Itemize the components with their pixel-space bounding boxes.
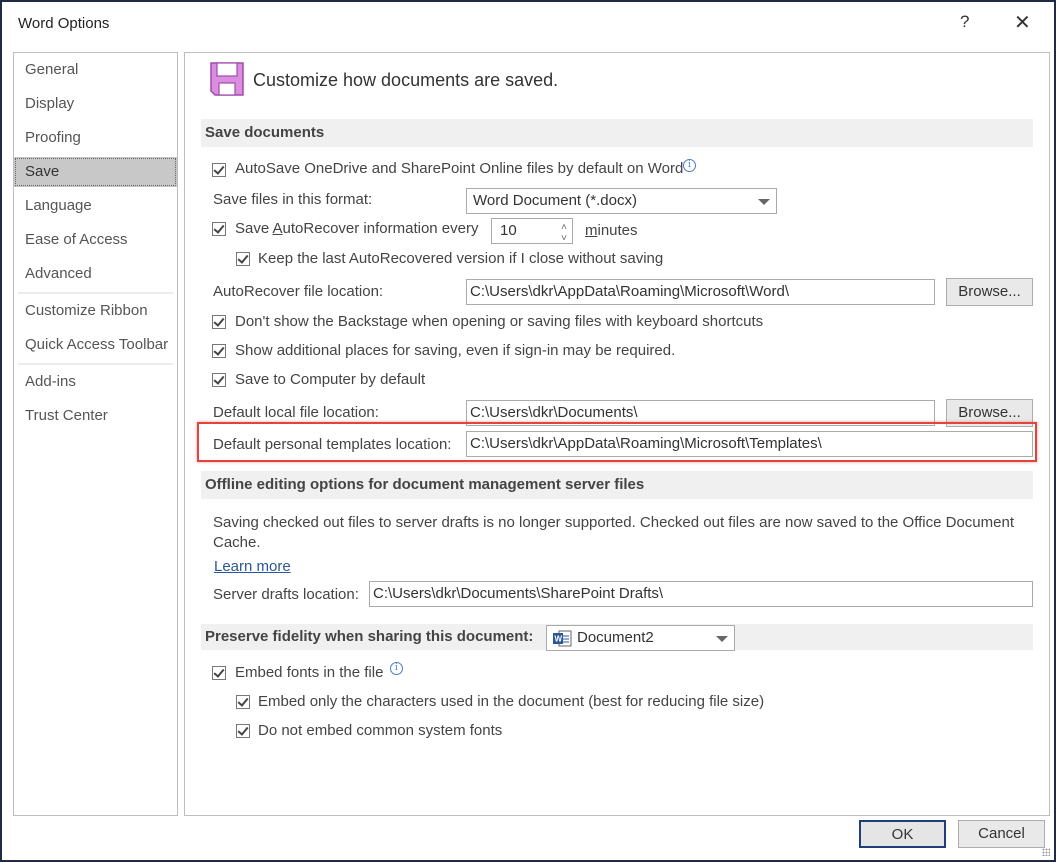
autorecover-minutes-spinner[interactable]: 10 ˄ ˅: [491, 218, 573, 244]
save-format-value: Word Document (*.docx): [473, 192, 637, 209]
help-button[interactable]: ?: [960, 12, 969, 32]
save-options-panel: Customize how documents are saved. Save …: [184, 52, 1050, 816]
sidebar-item-customize-ribbon[interactable]: Customize Ribbon: [14, 296, 177, 326]
sidebar-item-display[interactable]: Display: [14, 89, 177, 119]
sidebar-item-save[interactable]: Save: [14, 157, 177, 187]
sidebar-nav: General Display Proofing Save Language E…: [13, 52, 178, 816]
autorecover-checkbox[interactable]: [212, 222, 226, 236]
floppy-disk-icon: [210, 62, 244, 96]
chevron-down-icon: [716, 636, 728, 642]
word-document-icon: W: [553, 630, 572, 647]
sidebar-divider: [18, 292, 173, 294]
no-common-fonts-checkbox[interactable]: [236, 724, 250, 738]
offline-message: Saving checked out files to server draft…: [213, 514, 1014, 551]
autorecover-minutes-value: 10: [500, 222, 517, 239]
additional-places-checkbox[interactable]: [212, 344, 226, 358]
word-options-dialog: Word Options ? ✕ General Display Proofin…: [0, 0, 1056, 862]
autosave-checkbox[interactable]: [212, 163, 226, 177]
sidebar-item-proofing[interactable]: Proofing: [14, 123, 177, 153]
sidebar-item-ease-of-access[interactable]: Ease of Access: [14, 225, 177, 255]
cancel-button[interactable]: Cancel: [958, 820, 1045, 848]
fidelity-document-dropdown[interactable]: W Document2: [546, 625, 735, 651]
page-heading: Customize how documents are saved.: [253, 70, 559, 90]
section-header-save-documents: Save documents: [201, 119, 1033, 147]
embed-fonts-label: Embed fonts in the file: [235, 664, 384, 681]
fidelity-document-value: Document2: [577, 629, 654, 646]
keep-last-checkbox[interactable]: [236, 252, 250, 266]
ok-button[interactable]: OK: [859, 820, 946, 848]
save-format-dropdown[interactable]: Word Document (*.docx): [466, 188, 777, 214]
minutes-label: minutes: [585, 222, 638, 239]
backstage-checkbox[interactable]: [212, 315, 226, 329]
templates-location-input[interactable]: C:\Users\dkr\AppData\Roaming\Microsoft\T…: [466, 431, 1033, 457]
server-drafts-input[interactable]: C:\Users\dkr\Documents\SharePoint Drafts…: [369, 581, 1033, 607]
sidebar-divider: [18, 363, 173, 365]
browse-autorecover-button[interactable]: Browse...: [946, 278, 1033, 306]
autorecover-label: Save AutoRecover information every: [235, 220, 479, 237]
section-header-offline-editing: Offline editing options for document man…: [201, 471, 1033, 499]
resize-grip[interactable]: [1042, 848, 1050, 856]
autorecover-location-label: AutoRecover file location:: [213, 283, 384, 300]
save-to-computer-checkbox[interactable]: [212, 373, 226, 387]
embed-fonts-checkbox[interactable]: [212, 666, 226, 680]
additional-places-label: Show additional places for saving, even …: [235, 342, 676, 359]
sidebar-item-language[interactable]: Language: [14, 191, 177, 221]
keep-last-label: Keep the last AutoRecovered version if I…: [258, 250, 664, 267]
save-to-computer-label: Save to Computer by default: [235, 371, 426, 388]
default-local-label: Default local file location:: [213, 404, 379, 421]
learn-more-link[interactable]: Learn more: [214, 558, 291, 575]
embed-only-checkbox[interactable]: [236, 695, 250, 709]
autosave-label: AutoSave OneDrive and SharePoint Online …: [235, 160, 684, 177]
sidebar-item-trust-center[interactable]: Trust Center: [14, 401, 177, 431]
server-drafts-label: Server drafts location:: [213, 586, 359, 603]
sidebar-item-advanced[interactable]: Advanced: [14, 259, 177, 289]
svg-text:W: W: [555, 635, 563, 644]
info-icon[interactable]: i: [683, 159, 696, 172]
backstage-label: Don't show the Backstage when opening or…: [235, 313, 764, 330]
spin-down-icon[interactable]: ˅: [561, 227, 567, 243]
autorecover-location-input[interactable]: C:\Users\dkr\AppData\Roaming\Microsoft\W…: [466, 279, 935, 305]
sidebar-item-general[interactable]: General: [14, 55, 177, 85]
chevron-down-icon: [758, 199, 770, 205]
sidebar-item-quick-access-toolbar[interactable]: Quick Access Toolbar: [14, 330, 177, 360]
no-common-fonts-label: Do not embed common system fonts: [258, 722, 503, 739]
close-icon: ✕: [1014, 12, 1031, 34]
dialog-title: Word Options: [18, 15, 110, 32]
templates-location-label: Default personal templates location:: [213, 436, 452, 453]
embed-only-label: Embed only the characters used in the do…: [258, 693, 765, 710]
close-button[interactable]: ✕: [1014, 10, 1031, 35]
info-icon[interactable]: i: [390, 662, 403, 675]
save-format-label: Save files in this format:: [213, 191, 373, 208]
sidebar-item-add-ins[interactable]: Add-ins: [14, 367, 177, 397]
